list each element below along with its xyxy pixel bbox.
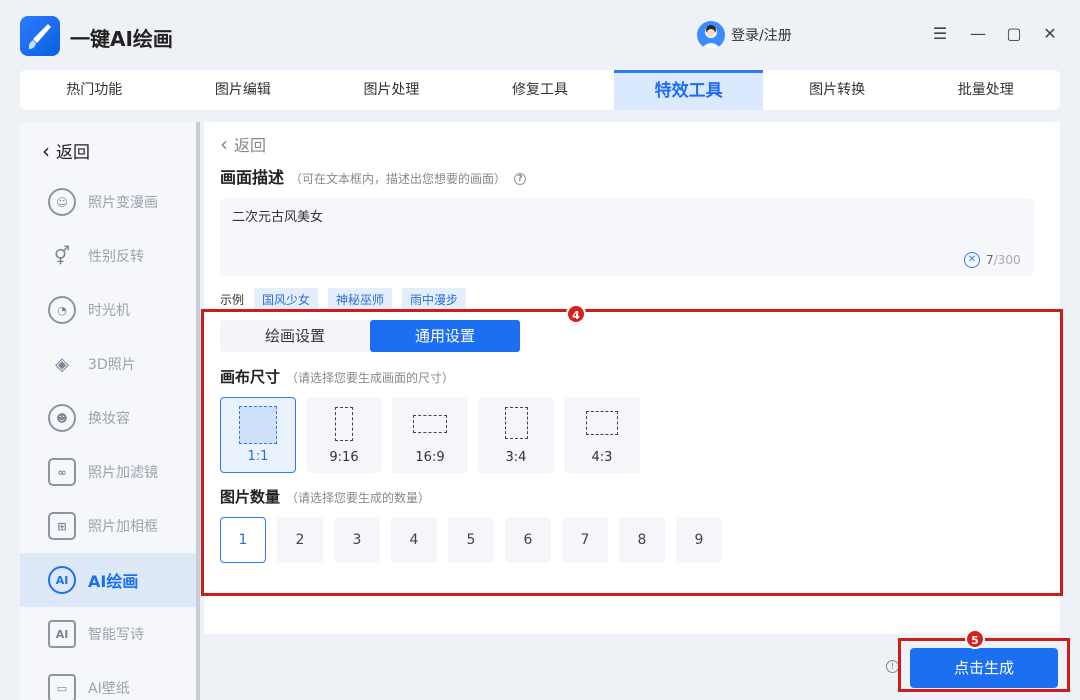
title-bar: 一键AI绘画 登录/注册 ☰ — ▢ ✕ xyxy=(0,0,1080,70)
tab-image-edit[interactable]: 图片编辑 xyxy=(169,70,318,110)
top-nav: 热门功能 图片编辑 图片处理 修复工具 特效工具 图片转换 批量处理 xyxy=(20,70,1060,110)
sidebar-item-label: 性别反转 xyxy=(88,249,144,265)
description-input[interactable] xyxy=(220,198,1034,276)
layers-icon: ◈ xyxy=(55,353,69,375)
sidebar-item-label: AI壁纸 xyxy=(88,681,130,697)
char-max: /300 xyxy=(993,253,1021,267)
examples-label: 示例 xyxy=(220,293,245,307)
sidebar-item-makeup[interactable]: ☻ 换妆容 xyxy=(20,391,196,445)
sidebar-back-label: 返回 xyxy=(56,143,90,163)
sidebar-item-ai-painting[interactable]: AI AI绘画 xyxy=(20,553,196,607)
login-label: 登录/注册 xyxy=(731,28,792,44)
clear-icon[interactable]: ✕ xyxy=(964,252,980,268)
char-counter: ✕ 7/300 xyxy=(964,252,1021,268)
description-title: 画面描述 （可在文本框内，描述出您想要的画面）? xyxy=(220,164,527,188)
sidebar: ‹ 返回 ☺ 照片变漫画 ⚥ 性别反转 ◔ 时光机 ◈ 3D照片 ☻ 换妆容 ∞… xyxy=(20,122,200,700)
tab-image-process[interactable]: 图片处理 xyxy=(317,70,466,110)
sidebar-item-label: 3D照片 xyxy=(88,357,136,373)
filter-icon: ∞ xyxy=(48,458,76,486)
login-button[interactable]: 登录/注册 xyxy=(697,20,792,50)
sidebar-item-gender-swap[interactable]: ⚥ 性别反转 xyxy=(20,229,196,283)
annotation-box-generate xyxy=(898,638,1070,692)
wallpaper-icon: ▭ xyxy=(48,674,76,700)
frame-icon: ⊞ xyxy=(48,512,76,540)
tab-repair-tools[interactable]: 修复工具 xyxy=(466,70,615,110)
description-title-text: 画面描述 xyxy=(220,168,285,187)
sidebar-item-label: 时光机 xyxy=(88,303,130,319)
sidebar-item-3d-photo[interactable]: ◈ 3D照片 xyxy=(20,337,196,391)
sidebar-item-label: 照片加相框 xyxy=(88,519,158,535)
avatar xyxy=(697,21,725,49)
sidebar-item-label: 换妆容 xyxy=(88,411,130,427)
tab-hot-features[interactable]: 热门功能 xyxy=(20,70,169,110)
cartoon-face-icon: ☺ xyxy=(48,188,76,216)
annotation-badge: 4 xyxy=(566,304,586,324)
sidebar-back-button[interactable]: ‹ 返回 xyxy=(42,138,90,164)
app-title: 一键AI绘画 xyxy=(70,27,173,51)
sidebar-item-label: 照片变漫画 xyxy=(88,195,158,211)
annotation-badge: 5 xyxy=(965,629,985,649)
tab-image-convert[interactable]: 图片转换 xyxy=(763,70,912,110)
chevron-left-icon: ‹ xyxy=(42,138,50,163)
example-chip[interactable]: 雨中漫步 xyxy=(402,288,467,311)
annotation-box-settings xyxy=(201,309,1063,596)
sidebar-item-photo-frame[interactable]: ⊞ 照片加相框 xyxy=(20,499,196,553)
sidebar-item-photo-filter[interactable]: ∞ 照片加滤镜 xyxy=(20,445,196,499)
ai-palette-icon: AI xyxy=(48,566,76,594)
sidebar-item-label: 照片加滤镜 xyxy=(88,465,158,481)
gender-icon: ⚥ xyxy=(53,245,71,267)
close-icon[interactable]: ✕ xyxy=(1038,22,1062,46)
example-chip[interactable]: 国风少女 xyxy=(254,288,319,311)
char-count: 7 xyxy=(986,253,994,267)
app-logo-icon xyxy=(20,16,60,56)
sidebar-item-time-machine[interactable]: ◔ 时光机 xyxy=(20,283,196,337)
examples-row: 示例 国风少女 神秘巫师 雨中漫步 xyxy=(220,288,467,311)
example-chip[interactable]: 神秘巫师 xyxy=(328,288,393,311)
sidebar-item-ai-wallpaper[interactable]: ▭ AI壁纸 xyxy=(20,661,196,700)
makeup-face-icon: ☻ xyxy=(48,404,76,432)
main-back-label: 返回 xyxy=(234,136,267,155)
help-icon[interactable]: ? xyxy=(514,172,527,185)
description-hint: （可在文本框内，描述出您想要的画面） xyxy=(290,172,507,186)
main-back-button[interactable]: ‹ 返回 xyxy=(220,132,266,156)
sidebar-item-ai-poem[interactable]: AI 智能写诗 xyxy=(20,607,196,661)
tab-batch-process[interactable]: 批量处理 xyxy=(911,70,1060,110)
clock-icon: ◔ xyxy=(48,296,76,324)
menu-icon[interactable]: ☰ xyxy=(928,22,952,46)
chevron-left-icon: ‹ xyxy=(220,132,228,156)
sidebar-item-label: 智能写诗 xyxy=(88,627,144,643)
tab-effect-tools[interactable]: 特效工具 xyxy=(614,70,763,110)
sidebar-item-photo-cartoon[interactable]: ☺ 照片变漫画 xyxy=(20,175,196,229)
maximize-icon[interactable]: ▢ xyxy=(1002,22,1026,46)
ai-doc-icon: AI xyxy=(48,620,76,648)
minimize-icon[interactable]: — xyxy=(966,22,990,46)
sidebar-item-label: AI绘画 xyxy=(88,572,139,591)
